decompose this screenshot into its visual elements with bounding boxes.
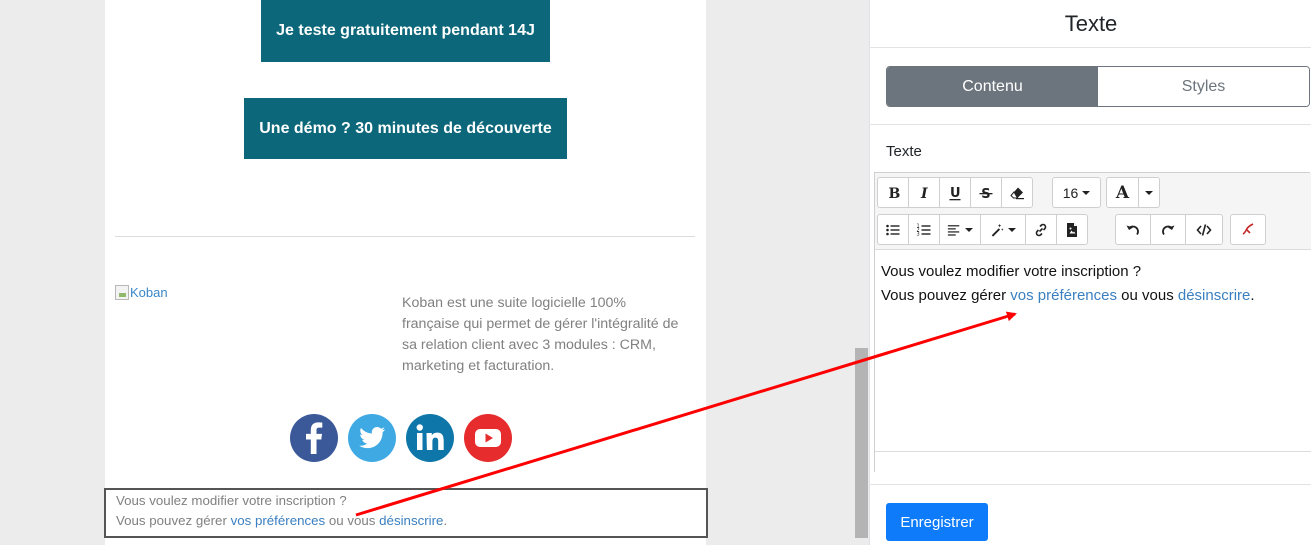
format-group: B I U S: [877, 177, 1033, 208]
redo-icon[interactable]: [1150, 214, 1186, 245]
history-group: [1115, 214, 1223, 245]
divider: [870, 124, 1311, 125]
svg-text:3: 3: [917, 231, 920, 237]
selected-line-1: Vous voulez modifier votre inscription ?: [116, 493, 347, 508]
editor-line-1: Vous voulez modifier votre inscription ?: [881, 263, 1142, 280]
email-canvas: Je teste gratuitement pendant 14J Une dé…: [104, 0, 708, 545]
underline-button[interactable]: U: [939, 177, 971, 208]
editor-toolbar: B I U S 16 A 123: [875, 173, 1311, 250]
social-icons: [290, 414, 512, 462]
logo-alt-text: Koban: [130, 285, 168, 300]
font-size-dropdown[interactable]: 16: [1052, 177, 1101, 208]
insert-file-icon[interactable]: [1056, 214, 1088, 245]
youtube-icon[interactable]: [464, 414, 512, 462]
list-group: 123: [877, 214, 1088, 245]
linkedin-icon[interactable]: [406, 414, 454, 462]
svg-text:B: B: [889, 186, 901, 201]
align-dropdown[interactable]: [939, 214, 981, 245]
font-color-dropdown[interactable]: [1138, 177, 1160, 208]
color-group: A: [1106, 177, 1160, 208]
editor-resize-bar[interactable]: [875, 451, 1311, 472]
italic-button[interactable]: I: [908, 177, 940, 208]
divider: [115, 236, 695, 237]
svg-text:I: I: [920, 186, 928, 201]
bullet-list-icon[interactable]: [877, 214, 909, 245]
special-group: [1230, 214, 1266, 245]
style-wand-dropdown[interactable]: [980, 214, 1026, 245]
remove-format-icon[interactable]: [1230, 214, 1266, 245]
preferences-link[interactable]: vos préférences: [231, 513, 326, 528]
unsubscribe-link[interactable]: désinscrire: [379, 513, 443, 528]
unsubscribe-link[interactable]: désinscrire: [1178, 287, 1251, 304]
font-color-button[interactable]: A: [1106, 177, 1139, 208]
rich-text-editor: B I U S 16 A 123 Vous voulez modifier vo…: [874, 172, 1311, 472]
selected-line-2: Vous pouvez gérer vos préférences ou vou…: [116, 513, 448, 528]
cta-demo-button[interactable]: Une démo ? 30 minutes de découverte: [244, 98, 567, 159]
company-description: Koban est une suite logicielle 100% fran…: [402, 295, 679, 374]
properties-panel: Texte Contenu Styles Texte B I U S 16 A: [869, 0, 1311, 545]
field-label-texte: Texte: [886, 143, 922, 160]
svg-text:U: U: [950, 186, 961, 201]
logo-broken-image[interactable]: Koban: [115, 285, 168, 300]
panel-title: Texte: [870, 0, 1311, 48]
tab-styles[interactable]: Styles: [1098, 67, 1309, 106]
preferences-link[interactable]: vos préférences: [1010, 287, 1117, 304]
canvas-scrollbar-thumb[interactable]: [855, 348, 868, 538]
divider: [870, 484, 1311, 485]
font-size-group: 16: [1052, 177, 1101, 208]
undo-icon[interactable]: [1115, 214, 1151, 245]
editor-line-2: Vous pouvez gérer vos préférences ou vou…: [881, 287, 1255, 304]
selected-text-block[interactable]: Vous voulez modifier votre inscription ?…: [104, 488, 708, 538]
editor-content[interactable]: Vous voulez modifier votre inscription ?…: [881, 260, 1306, 308]
bold-button[interactable]: B: [877, 177, 909, 208]
broken-image-icon: [115, 285, 129, 300]
twitter-icon[interactable]: [348, 414, 396, 462]
link-icon[interactable]: [1025, 214, 1057, 245]
strikethrough-button[interactable]: S: [970, 177, 1002, 208]
facebook-icon[interactable]: [290, 414, 338, 462]
panel-tabs: Contenu Styles: [886, 66, 1310, 107]
tab-contenu[interactable]: Contenu: [887, 67, 1098, 106]
eraser-icon[interactable]: [1001, 177, 1033, 208]
code-view-icon[interactable]: [1185, 214, 1223, 245]
numbered-list-icon[interactable]: 123: [908, 214, 940, 245]
save-button[interactable]: Enregistrer: [886, 503, 988, 541]
cta-trial-button[interactable]: Je teste gratuitement pendant 14J: [261, 0, 550, 62]
